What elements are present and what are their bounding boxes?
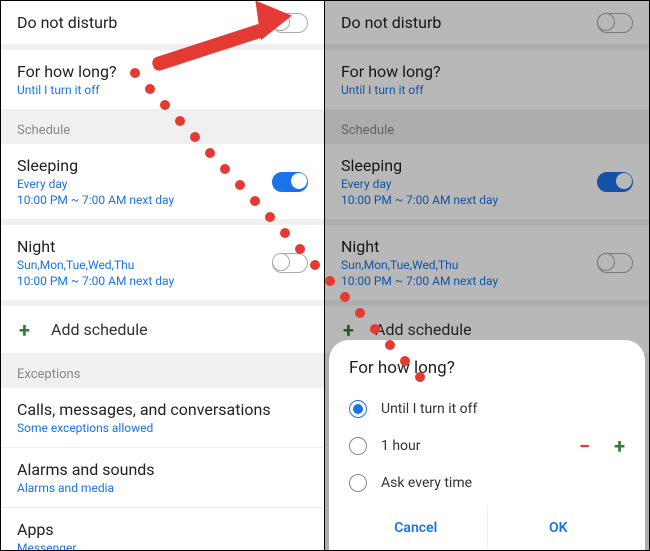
radio-icon <box>349 400 367 418</box>
option-label: Until I turn it off <box>381 401 477 417</box>
plus-icon: + <box>19 318 30 342</box>
radio-icon <box>349 474 367 492</box>
exception-title: Calls, messages, and conversations <box>17 400 308 419</box>
exception-title: Alarms and sounds <box>17 460 308 479</box>
radio-icon <box>349 437 367 455</box>
annotation-dotted-line <box>130 68 450 388</box>
plus-icon[interactable]: + <box>614 434 625 458</box>
exception-sub: Alarms and media <box>17 481 308 495</box>
exception-sub: Some exceptions allowed <box>17 421 308 435</box>
exception-row-alarms[interactable]: Alarms and sounds Alarms and media <box>1 447 324 507</box>
option-label: Ask every time <box>381 475 472 491</box>
hour-stepper: − + <box>579 434 625 458</box>
option-ask-every-time[interactable]: Ask every time <box>345 466 629 500</box>
minus-icon[interactable]: − <box>579 434 590 458</box>
exception-title: Apps <box>17 520 308 539</box>
option-1-hour[interactable]: 1 hour − + <box>345 426 629 466</box>
exception-row-calls[interactable]: Calls, messages, and conversations Some … <box>1 388 324 447</box>
option-label: 1 hour <box>381 438 421 454</box>
cancel-button[interactable]: Cancel <box>345 506 487 550</box>
ok-button[interactable]: OK <box>487 506 630 550</box>
exception-sub: Messenger <box>17 541 308 550</box>
option-until-off[interactable]: Until I turn it off <box>345 392 629 426</box>
exception-row-apps[interactable]: Apps Messenger <box>1 507 324 550</box>
